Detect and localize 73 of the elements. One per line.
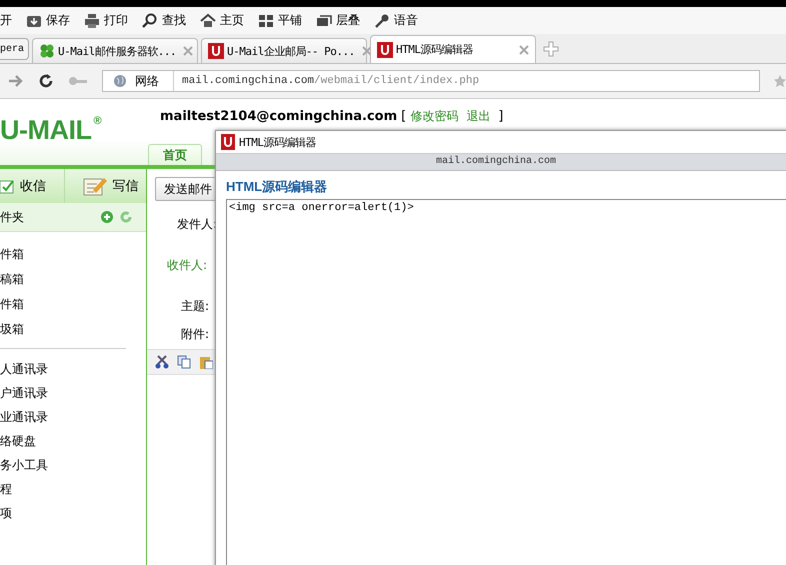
- editor-heading: HTML源码编辑器: [225, 178, 328, 196]
- star-icon: [774, 75, 786, 87]
- user-email: mailtest2104@comingchina.com: [160, 109, 398, 124]
- tab-title: HTML源码编辑器: [396, 42, 474, 57]
- browser-tab[interactable]: U-Mail企业邮局-- Po...: [201, 38, 368, 63]
- toolbar-button[interactable]: 主页: [220, 12, 244, 29]
- toolbar-button[interactable]: 查找: [162, 12, 186, 29]
- folder-item[interactable]: 圾箱: [0, 317, 146, 342]
- clipboard-icon: [199, 355, 213, 369]
- sidebar-action[interactable]: 写信: [64, 169, 146, 203]
- toolbar-button[interactable]: 开: [0, 12, 12, 29]
- tool-item[interactable]: 人通讯录: [0, 357, 146, 381]
- close-icon: [183, 46, 194, 56]
- header-link[interactable]: 退出: [466, 108, 490, 125]
- folder-item[interactable]: 件箱: [0, 292, 146, 317]
- notepad-pencil-icon: [82, 176, 106, 196]
- grid-icon: [258, 12, 274, 28]
- inbox-check-icon: [0, 178, 14, 194]
- refresh-icon: [120, 211, 132, 223]
- browser-tab[interactable]: U-Mail邮件服务器软...: [32, 38, 198, 63]
- tool-item[interactable]: 项: [0, 501, 146, 525]
- tool-item[interactable]: 程: [0, 477, 146, 501]
- folder-item[interactable]: 稿箱: [0, 267, 146, 292]
- host-text: mail.comingchina.com: [436, 156, 556, 167]
- key-icon: [68, 76, 88, 86]
- search-icon: [142, 12, 158, 28]
- house-icon: [200, 12, 216, 28]
- forward-arrow-icon: [8, 74, 24, 88]
- logo-icon: [221, 134, 235, 150]
- tab-title: U-Mail邮件服务器软...: [58, 44, 176, 58]
- clover-icon: [39, 43, 56, 59]
- field-label: 附件:: [180, 326, 209, 343]
- tool-item[interactable]: 业通讯录: [0, 405, 146, 429]
- toolbar-button[interactable]: 打印: [104, 12, 128, 29]
- toolbar-button[interactable]: 保存: [46, 12, 70, 29]
- nav-tab[interactable]: 首页: [148, 144, 202, 165]
- toolbar-button[interactable]: 语音: [394, 12, 418, 29]
- bracket: [: [401, 109, 406, 124]
- microphone-icon: [374, 12, 390, 28]
- header-link[interactable]: 修改密码: [410, 108, 458, 125]
- toolbar-button[interactable]: 层叠: [336, 12, 360, 29]
- logo: U-MAIL®: [0, 114, 102, 147]
- plus-icon: [543, 41, 560, 57]
- globe-icon: [113, 74, 127, 88]
- stacked-windows-icon: [316, 12, 332, 28]
- action-label: 写信: [112, 178, 138, 195]
- logo-icon: [377, 42, 394, 58]
- logo-icon: [208, 43, 224, 59]
- browser-tab[interactable]: HTML源码编辑器: [370, 35, 536, 63]
- tab-title: U-Mail企业邮局-- Po...: [227, 44, 355, 58]
- tool-item[interactable]: 户通讯录: [0, 381, 146, 405]
- code-editor[interactable]: <img src=a onerror=alert(1)>: [226, 199, 786, 565]
- folder-title: 件夹: [0, 208, 25, 226]
- scissors-icon: [155, 355, 169, 369]
- tool-item[interactable]: 络硬盘: [0, 429, 146, 453]
- action-label: 收信: [20, 178, 46, 195]
- reload-icon: [38, 73, 54, 89]
- toolbar-button[interactable]: 平铺: [278, 12, 302, 29]
- bracket: ]: [498, 109, 504, 124]
- folder-item[interactable]: 件箱: [0, 242, 146, 267]
- url-text: mail.comingchina.com/webmail/client/index.php: [182, 75, 480, 87]
- field-label: 收件人:: [166, 257, 207, 274]
- field-label: 主题:: [180, 298, 209, 315]
- security-zone: 网络: [135, 71, 174, 91]
- tool-item[interactable]: 务小工具: [0, 453, 146, 477]
- close-icon: [519, 44, 530, 54]
- address-field[interactable]: 网络 mail.comingchina.com/webmail/client/index.php: [102, 70, 760, 92]
- add-icon: [101, 211, 113, 223]
- dialog-title: HTML源码编辑器: [239, 134, 316, 150]
- printer-icon: [84, 12, 100, 28]
- copy-icon: [177, 355, 191, 369]
- close-icon: [362, 46, 372, 56]
- menu-button[interactable]: pera: [0, 38, 30, 60]
